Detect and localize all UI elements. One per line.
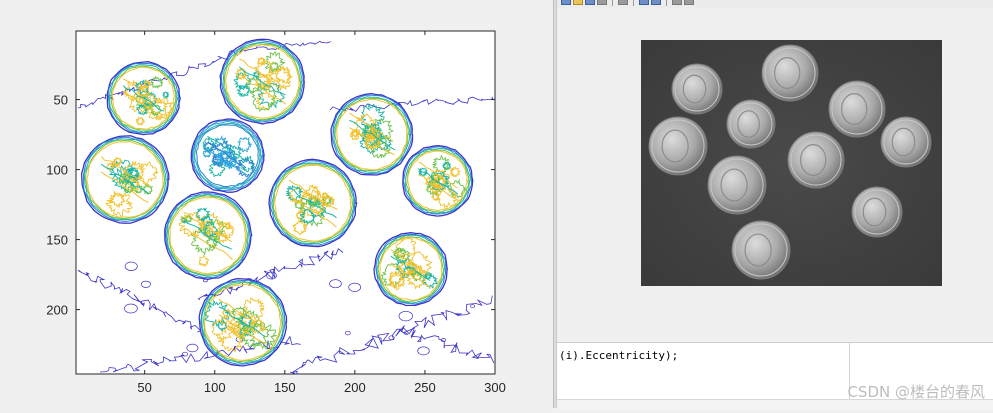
contour-figure-window: 50 100 150 200 250 300 50 100 150 200 — [0, 0, 553, 408]
image-coin — [761, 44, 819, 102]
toolbar-separator — [633, 0, 634, 6]
image-coin — [648, 116, 708, 176]
coin-disc — [787, 131, 845, 189]
link-icon[interactable] — [618, 0, 628, 5]
new-figure-icon[interactable] — [561, 0, 571, 5]
coin-disc — [707, 155, 767, 215]
save-icon[interactable] — [585, 0, 595, 5]
image-coin — [731, 220, 791, 280]
code-line[interactable]: (i).Eccentricity); — [559, 349, 678, 362]
figure-toolbar — [557, 0, 993, 8]
image-coin — [707, 155, 767, 215]
y-tick-label: 50 — [54, 93, 68, 108]
image-coin — [787, 131, 845, 189]
watermark: CSDN @楼台的春风 — [847, 383, 985, 401]
print-icon[interactable] — [597, 0, 607, 5]
open-file-icon[interactable] — [573, 0, 583, 5]
image-coin — [726, 99, 776, 149]
image-coin — [671, 63, 723, 115]
coin-disc — [671, 63, 723, 115]
x-tick-label: 300 — [484, 380, 506, 395]
coin-disc — [851, 186, 903, 238]
coins-image — [641, 40, 942, 286]
x-tick-label: 150 — [274, 380, 296, 395]
coin-disc — [880, 116, 932, 168]
coin-disc — [731, 220, 791, 280]
contour-plot: 50 100 150 200 250 300 50 100 150 200 — [46, 30, 506, 395]
toolbar-separator — [666, 0, 667, 6]
y-tick-label: 150 — [46, 233, 68, 248]
x-tick-label: 50 — [137, 380, 151, 395]
coin-disc — [828, 80, 886, 138]
insert-colorbar-icon[interactable] — [639, 0, 649, 5]
x-tick-label: 200 — [344, 380, 366, 395]
property-inspector-icon[interactable] — [684, 0, 694, 5]
x-tick-label: 250 — [414, 380, 436, 395]
image-coin — [880, 116, 932, 168]
coin-disc — [648, 116, 708, 176]
image-coin — [828, 80, 886, 138]
toolbar-separator — [612, 0, 613, 6]
image-coin — [851, 186, 903, 238]
edit-plot-icon[interactable] — [672, 0, 682, 5]
y-tick-label: 200 — [46, 303, 68, 318]
x-tick-label: 100 — [204, 380, 226, 395]
image-figure-pane — [557, 8, 993, 348]
coin-disc — [761, 44, 819, 102]
image-figure-window: (i).Eccentricity); CSDN @楼台的春风 — [557, 0, 993, 410]
coin-disc — [726, 99, 776, 149]
y-tick-label: 100 — [46, 163, 68, 178]
insert-legend-icon[interactable] — [651, 0, 661, 5]
